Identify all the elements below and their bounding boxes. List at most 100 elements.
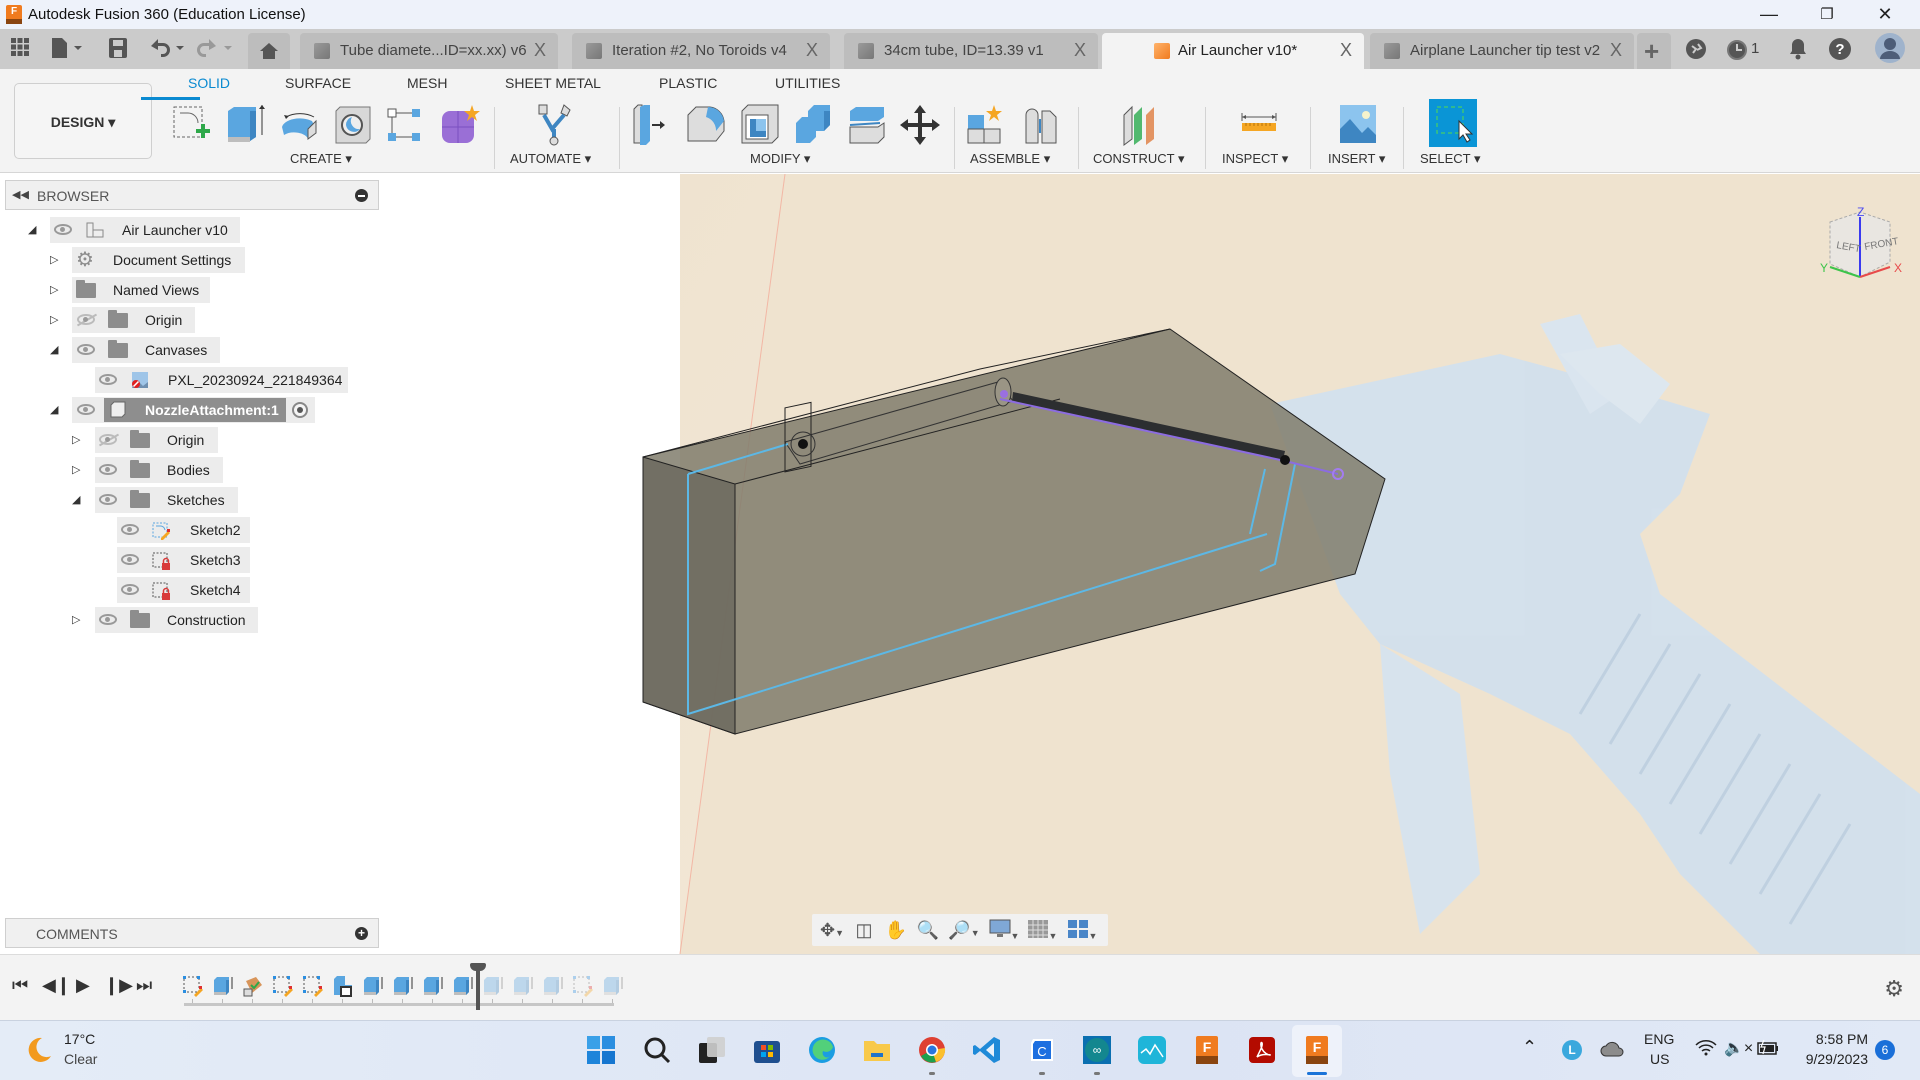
modify-menu[interactable]: MODIFY ▾ <box>750 151 810 167</box>
expand-arrow-icon[interactable]: ▷ <box>50 313 62 326</box>
3d-viewport[interactable]: Z X Y FRONT LEFT <box>380 174 1920 954</box>
fit-icon[interactable]: 🔎▼ <box>948 919 980 941</box>
notifications-bell-icon[interactable] <box>1786 37 1810 61</box>
offset-plane-icon[interactable] <box>1120 103 1160 147</box>
c-app-icon[interactable]: C <box>1027 1035 1057 1065</box>
tab-plastic[interactable]: PLASTIC <box>659 75 717 91</box>
tree-item-sketches[interactable]: ◢ Sketches <box>0 487 260 513</box>
job-status-icon[interactable]: 1 <box>1726 37 1766 61</box>
tree-item-bodies[interactable]: ▷ Bodies <box>0 457 260 483</box>
undo-icon[interactable] <box>148 37 186 65</box>
vscode-icon[interactable] <box>972 1035 1002 1065</box>
fillet-icon[interactable] <box>684 103 725 147</box>
onedrive-cloud-icon[interactable] <box>1600 1040 1624 1063</box>
extensions-icon[interactable] <box>1684 37 1708 61</box>
collapse-arrow-icon[interactable]: ◢ <box>50 403 62 416</box>
edge-browser-icon[interactable] <box>807 1035 837 1065</box>
go-to-start-button[interactable]: ⏮ <box>12 975 28 996</box>
construct-menu[interactable]: CONSTRUCT ▾ <box>1093 151 1185 167</box>
timeline-feature-extrude[interactable] <box>512 975 534 997</box>
tree-item-sketch2[interactable]: Sketch2 <box>0 517 260 543</box>
expand-arrow-icon[interactable]: ▷ <box>72 463 84 476</box>
search-icon[interactable] <box>642 1035 672 1065</box>
rectangular-pattern-icon[interactable] <box>384 103 424 147</box>
tab-air-launcher[interactable]: Air Launcher v10* X <box>1102 33 1364 69</box>
visibility-eye-icon[interactable] <box>121 554 139 565</box>
expand-arrow-icon[interactable]: ▷ <box>72 613 84 626</box>
timeline-marker[interactable] <box>470 963 486 1010</box>
tab-sheet-metal[interactable]: SHEET METAL <box>505 75 601 91</box>
tab-solid[interactable]: SOLID <box>188 75 230 91</box>
file-explorer-icon[interactable] <box>862 1035 892 1065</box>
timeline-feature-extrude[interactable] <box>212 975 234 997</box>
visibility-eye-icon[interactable] <box>99 374 117 385</box>
save-icon[interactable] <box>108 37 128 65</box>
timeline-feature-combine[interactable] <box>332 975 354 997</box>
grid-icon[interactable]: ▼ <box>1026 919 1058 941</box>
visibility-hidden-icon[interactable] <box>77 314 95 325</box>
tree-item-document-settings[interactable]: ▷ ⚙ Document Settings <box>0 247 260 273</box>
visibility-eye-icon[interactable] <box>99 464 117 475</box>
move-icon[interactable] <box>898 103 940 147</box>
browser-minimize-icon[interactable] <box>355 189 368 202</box>
visibility-eye-icon[interactable] <box>77 344 95 355</box>
timeline-feature-extrude[interactable] <box>482 975 504 997</box>
visibility-eye-icon[interactable] <box>54 224 72 235</box>
tray-app-l-icon[interactable]: L <box>1562 1040 1582 1060</box>
inspect-menu[interactable]: INSPECT ▾ <box>1222 151 1288 167</box>
select-icon[interactable] <box>1429 99 1477 147</box>
visibility-eye-icon[interactable] <box>77 404 95 415</box>
windows-start-icon[interactable] <box>586 1035 616 1065</box>
tab-airplane-launcher[interactable]: Airplane Launcher tip test v2 X <box>1370 33 1634 69</box>
grid-menu-icon[interactable] <box>10 37 30 63</box>
expand-arrow-icon[interactable]: ▷ <box>72 433 84 446</box>
timeline-feature-sketch[interactable] <box>572 975 594 997</box>
collapse-arrow-icon[interactable]: ◢ <box>72 493 84 506</box>
close-tab-icon[interactable]: X <box>1074 40 1086 61</box>
close-tab-icon[interactable]: X <box>1340 40 1352 61</box>
weather-moon-icon[interactable] <box>24 1035 54 1065</box>
create-form-icon[interactable] <box>438 103 480 147</box>
file-menu-icon[interactable] <box>50 37 84 65</box>
step-forward-button[interactable]: ❙▶ <box>104 975 133 996</box>
combine-icon[interactable] <box>792 103 832 147</box>
fusion-360-icon[interactable]: F <box>1192 1035 1222 1065</box>
tab-34cm-tube[interactable]: 34cm tube, ID=13.39 v1 X <box>844 33 1098 69</box>
display-settings-icon[interactable]: ▼ <box>988 919 1020 941</box>
zoom-icon[interactable]: 🔍 <box>916 919 940 941</box>
play-button[interactable]: ▶ <box>76 975 90 996</box>
viewcube[interactable]: Z X Y FRONT LEFT <box>1800 202 1920 302</box>
tree-item-canvases[interactable]: ◢ Canvases <box>0 337 260 363</box>
expand-arrow-icon[interactable]: ▷ <box>50 283 62 296</box>
minimize-button[interactable]: — <box>1740 0 1798 29</box>
collapse-browser-icon[interactable]: ◀◀ <box>12 188 29 201</box>
home-tab[interactable] <box>248 33 290 69</box>
battery-charging-icon[interactable] <box>1756 1039 1780 1062</box>
acrobat-icon[interactable] <box>1247 1035 1277 1065</box>
close-button[interactable]: ✕ <box>1856 0 1914 29</box>
tree-item-construction[interactable]: ▷ Construction <box>0 607 280 633</box>
redo-icon[interactable] <box>196 37 234 65</box>
select-menu[interactable]: SELECT ▾ <box>1420 151 1480 167</box>
go-to-end-button[interactable]: ⏭ <box>136 975 152 996</box>
visibility-hidden-icon[interactable] <box>99 434 117 445</box>
timeline-feature-extrude[interactable] <box>602 975 624 997</box>
activate-component-radio[interactable] <box>292 402 308 418</box>
tab-surface[interactable]: SURFACE <box>285 75 351 91</box>
measure-icon[interactable] <box>1238 103 1278 147</box>
wave-app-icon[interactable] <box>1137 1035 1167 1065</box>
collapse-arrow-icon[interactable]: ◢ <box>28 223 40 236</box>
close-tab-icon[interactable]: X <box>1610 40 1622 61</box>
tab-utilities[interactable]: UTILITIES <box>775 75 840 91</box>
offset-face-icon[interactable] <box>846 103 886 147</box>
create-sketch-icon[interactable] <box>170 103 210 147</box>
timeline-feature-canvas[interactable] <box>242 975 264 997</box>
tree-item-sketch3[interactable]: Sketch3 <box>0 547 260 573</box>
automate-menu[interactable]: AUTOMATE ▾ <box>510 151 591 167</box>
create-menu[interactable]: CREATE ▾ <box>290 151 352 167</box>
look-at-icon[interactable]: ◫ <box>852 919 876 941</box>
show-hidden-icons-chevron[interactable]: ⌃ <box>1522 1037 1537 1058</box>
tree-item-nozzle-attachment[interactable]: ◢ NozzleAttachment:1 <box>0 397 360 423</box>
microsoft-store-icon[interactable] <box>752 1035 782 1065</box>
step-back-button[interactable]: ◀❙ <box>42 975 71 996</box>
